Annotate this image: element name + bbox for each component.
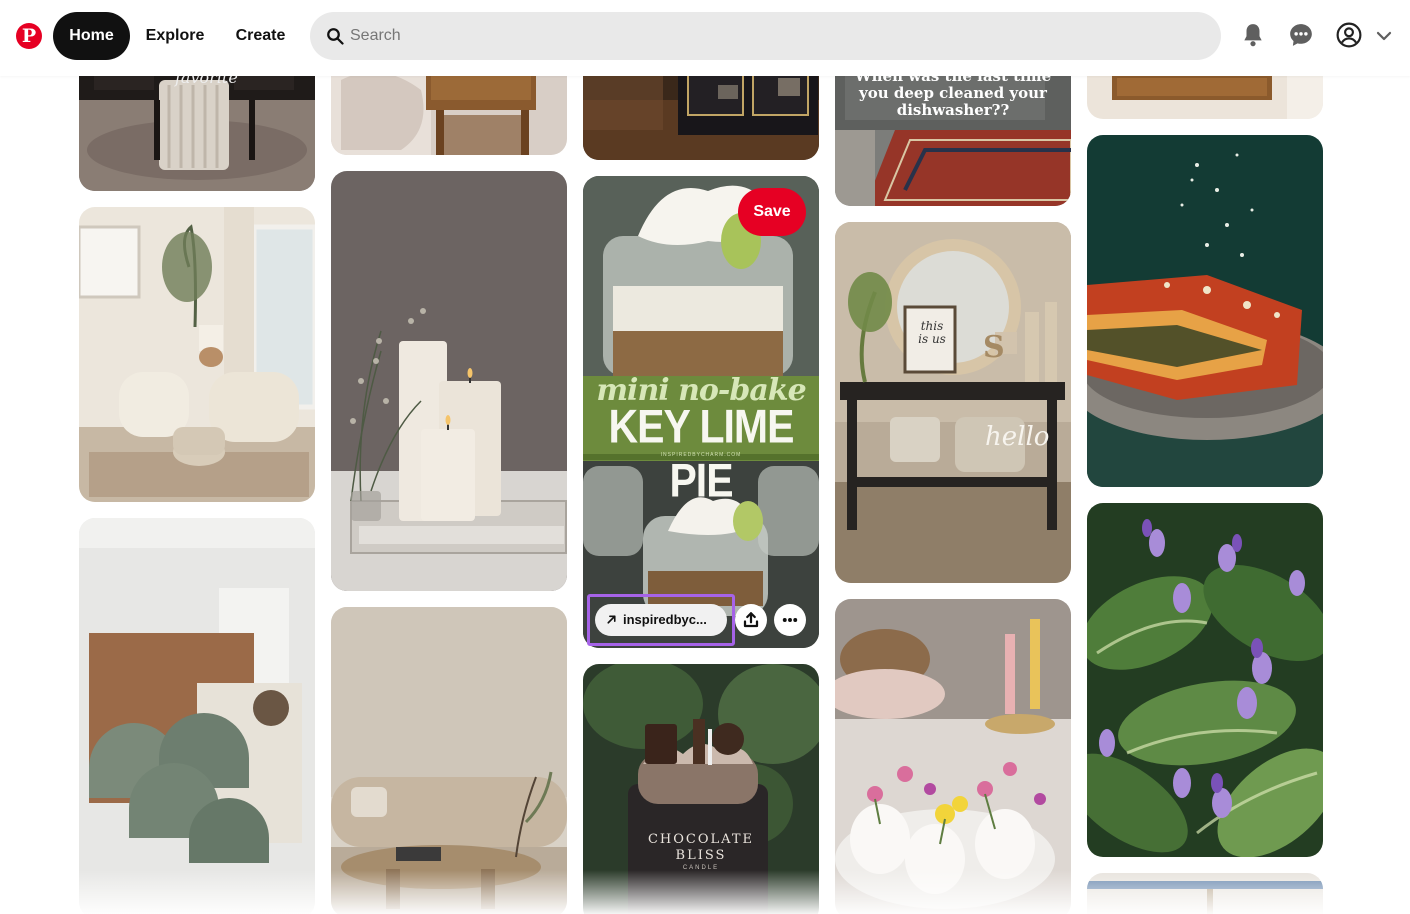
living-room-image: [79, 207, 315, 502]
chat-bubble-icon[interactable]: [1288, 22, 1314, 48]
candle-label-line2: BLISS: [675, 848, 727, 863]
lasagna-image: [1087, 135, 1323, 487]
dishwasher-text-line2: you deep cleaned your: [859, 84, 1047, 102]
arrow-up-right-icon: [607, 615, 616, 624]
search-input[interactable]: [350, 12, 1200, 60]
pin-lasagna[interactable]: [1087, 135, 1323, 487]
nav-explore-button[interactable]: Explore: [135, 12, 215, 60]
search-bar[interactable]: [310, 12, 1221, 60]
nav-home-button[interactable]: Home: [53, 12, 130, 60]
entry-pillow-text: hello: [985, 422, 1050, 452]
entry-sign-text: this is us: [918, 319, 946, 346]
top-navigation-bar: P Home Explore Create: [0, 0, 1410, 76]
pin-key-lime-pie[interactable]: mini no-bake KEY LIME PIE INSPIREDBYCHAR…: [583, 176, 819, 648]
more-options-button[interactable]: [774, 604, 806, 636]
tile-materials-image: [79, 518, 315, 914]
pin-beige-living-room[interactable]: [331, 607, 567, 914]
source-link-label: inspiredbyc...: [623, 612, 707, 627]
search-icon: [327, 28, 344, 45]
key-lime-site-strip: INSPIREDBYCHARM.COM: [660, 452, 742, 458]
pin-masonry-grid: favorite mini no-bake KEY LIME PIE INSPI…: [0, 0, 1410, 914]
pin-living-room[interactable]: [79, 207, 315, 502]
easter-table-image: [835, 599, 1071, 914]
share-icon: [743, 612, 759, 628]
beige-living-room-image: [331, 607, 567, 914]
pin-candles[interactable]: [331, 171, 567, 591]
pin-entry-table[interactable]: this is us hello S: [835, 222, 1071, 583]
entry-table-image: [835, 222, 1071, 583]
candles-image: [331, 171, 567, 591]
share-button[interactable]: [735, 604, 767, 636]
chevron-down-icon[interactable]: [1375, 27, 1393, 45]
profile-icon[interactable]: [1336, 22, 1362, 48]
nav-create-button[interactable]: Create: [222, 12, 299, 60]
dishwasher-text-line3: dishwasher??: [896, 101, 1010, 119]
source-link-button[interactable]: inspiredbyc...: [595, 604, 727, 636]
more-icon: [782, 618, 798, 622]
pin-easter-table[interactable]: [835, 599, 1071, 914]
pin-tile-materials[interactable]: [79, 518, 315, 914]
hosta-flowers-image: [1087, 503, 1323, 857]
bottom-fade: [0, 870, 1410, 914]
entry-letter-decor: S: [983, 330, 1005, 365]
pinterest-logo-icon[interactable]: P: [16, 23, 42, 49]
bell-icon[interactable]: [1240, 22, 1266, 48]
candle-label-line1: CHOCOLATE: [647, 832, 755, 847]
pin-hosta-flowers[interactable]: [1087, 503, 1323, 857]
save-button[interactable]: Save: [738, 188, 806, 236]
